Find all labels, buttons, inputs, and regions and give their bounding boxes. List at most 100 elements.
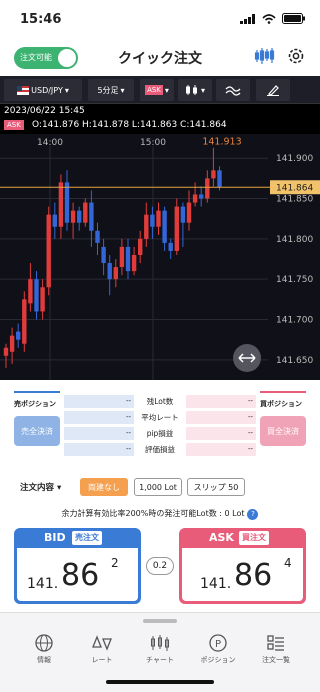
candle-body	[40, 287, 45, 312]
table-row: -- 残Lot数 --	[64, 395, 256, 408]
hedge-setting-chip[interactable]: 両建なし	[80, 478, 128, 496]
candle-body	[113, 267, 118, 280]
help-icon[interactable]: ?	[247, 509, 259, 520]
buy-underline	[260, 391, 306, 393]
candle-body	[174, 206, 179, 251]
candle-body	[125, 246, 131, 272]
bid-price: 141. 86 2	[17, 548, 138, 601]
buy-value: --	[186, 443, 256, 456]
nav-item-chart[interactable]: チャート	[128, 633, 192, 665]
lot-setting-chip[interactable]: 1,000 Lot	[134, 478, 182, 496]
candle-body	[162, 210, 167, 243]
nav-item-info[interactable]: 情報	[12, 633, 76, 665]
current-price-label: 141.864	[276, 184, 313, 194]
ask-price-big: 86	[234, 558, 273, 593]
bid-sell-panel[interactable]: BID 売注文 141. 86 2	[14, 528, 141, 604]
ask-badge: ASK	[4, 120, 24, 130]
candle-body	[186, 202, 192, 223]
wave-icon	[225, 86, 241, 96]
price-side-select[interactable]: ASK ▾	[140, 79, 174, 101]
price-chart[interactable]: 14:00 15:00 141.900 141.850 141.800 141.750 14…	[0, 134, 320, 380]
chart-type-select[interactable]: ▾	[178, 79, 212, 101]
order-settings-label[interactable]: 注文内容 ▾	[20, 481, 61, 493]
chart-info-bar: 2023/06/22 15:45 ASK O:141.876 H:141.878…	[0, 104, 320, 134]
ask-header: ASK 買注文	[179, 528, 306, 548]
available-lot-note: 余力計算有効比率200%時の発注可能Lot数 : 0 Lot?	[0, 508, 320, 520]
indicator-button[interactable]	[216, 79, 250, 101]
row-label: pip損益	[146, 429, 174, 438]
currency-pair-select[interactable]: USD/JPY ▾	[4, 79, 82, 101]
table-row: -- pip損益 --	[64, 427, 256, 440]
candle-body	[138, 238, 143, 255]
timeframe-select[interactable]: 5分足 ▾	[88, 79, 134, 101]
high-price-label: 141.913	[202, 137, 241, 148]
candlestick-chart[interactable]: 14:00 15:00 141.900 141.850 141.800 141.750 14…	[0, 134, 320, 380]
nav-item-position[interactable]: P ポジション	[186, 633, 250, 665]
candle-body	[83, 202, 88, 223]
table-row: -- 平均レート --	[64, 411, 256, 424]
sell-order-button[interactable]: 売注文	[72, 531, 102, 545]
timeframe-label: 5分足	[97, 85, 119, 95]
pencil-icon	[267, 85, 279, 96]
buy-order-button[interactable]: 買注文	[239, 531, 269, 545]
sell-underline	[14, 391, 60, 393]
sheet-handle[interactable]	[143, 619, 177, 623]
buy-close-all-button[interactable]: 買全決済	[260, 416, 306, 446]
bid-price-big: 86	[61, 558, 100, 593]
signal-icon	[240, 13, 255, 24]
candle-body	[205, 178, 210, 199]
y-tick-label: 141.800	[276, 235, 313, 245]
candle-body	[101, 246, 106, 264]
rate-icon	[92, 635, 112, 651]
chart-datetime: 2023/06/22 15:45	[4, 106, 85, 116]
candle-body	[107, 263, 112, 280]
sell-value: --	[64, 427, 134, 440]
buy-value: --	[186, 411, 256, 424]
candle-body	[34, 279, 39, 312]
bid-header: BID 売注文	[14, 528, 141, 548]
bid-price-pip: 2	[111, 556, 119, 570]
app-header: 注文可能 クイック注文	[0, 36, 320, 76]
candle-body	[119, 246, 125, 268]
nav-label: チャート	[146, 656, 174, 664]
x-tick-label: 14:00	[37, 138, 63, 148]
gear-icon[interactable]	[286, 46, 306, 66]
sell-value: --	[64, 395, 134, 408]
y-tick-label: 141.850	[276, 195, 313, 205]
candlestick-icon	[185, 85, 197, 95]
y-tick-label: 141.700	[276, 316, 313, 326]
nav-item-rate[interactable]: レート	[70, 633, 134, 665]
nav-label: 情報	[37, 656, 51, 664]
nav-item-order-list[interactable]: 注文一覧	[244, 633, 308, 665]
buy-position-title: 買ポジション	[260, 400, 302, 408]
candle-body	[199, 194, 204, 199]
candle-body	[16, 331, 21, 340]
candle-body	[95, 230, 100, 243]
draw-tool-button[interactable]	[256, 79, 290, 101]
table-row: -- 評価損益 --	[64, 443, 256, 456]
candle-body	[168, 242, 173, 251]
ask-label: ASK	[209, 531, 234, 544]
candle-body	[3, 347, 9, 356]
candle-body	[180, 206, 186, 223]
sell-close-all-button[interactable]: 売全決済	[14, 416, 60, 446]
candle-body	[217, 170, 222, 188]
buy-value: --	[186, 427, 256, 440]
candle-body	[150, 214, 155, 227]
candle-body	[89, 202, 94, 231]
candle-body	[156, 210, 161, 227]
slippage-setting-chip[interactable]: スリップ 50	[187, 478, 245, 496]
ohlc-readout: O:141.876 H:141.878 L:141.863 C:141.864	[32, 120, 227, 130]
list-icon	[267, 635, 284, 651]
row-label: 評価損益	[145, 445, 175, 454]
y-tick-label: 141.900	[276, 154, 313, 164]
nav-label: レート	[91, 656, 113, 664]
candle-body	[64, 182, 70, 223]
ask-price: 141. 86 4	[182, 548, 303, 601]
candle-body	[192, 194, 198, 203]
candlestick-chart-icon[interactable]	[254, 46, 276, 66]
ask-buy-panel[interactable]: ASK 買注文 141. 86 4	[179, 528, 306, 604]
chevron-down-icon: ▾	[200, 85, 205, 95]
chevron-down-icon: ▾	[120, 85, 125, 95]
bid-price-small: 141.	[27, 576, 59, 592]
